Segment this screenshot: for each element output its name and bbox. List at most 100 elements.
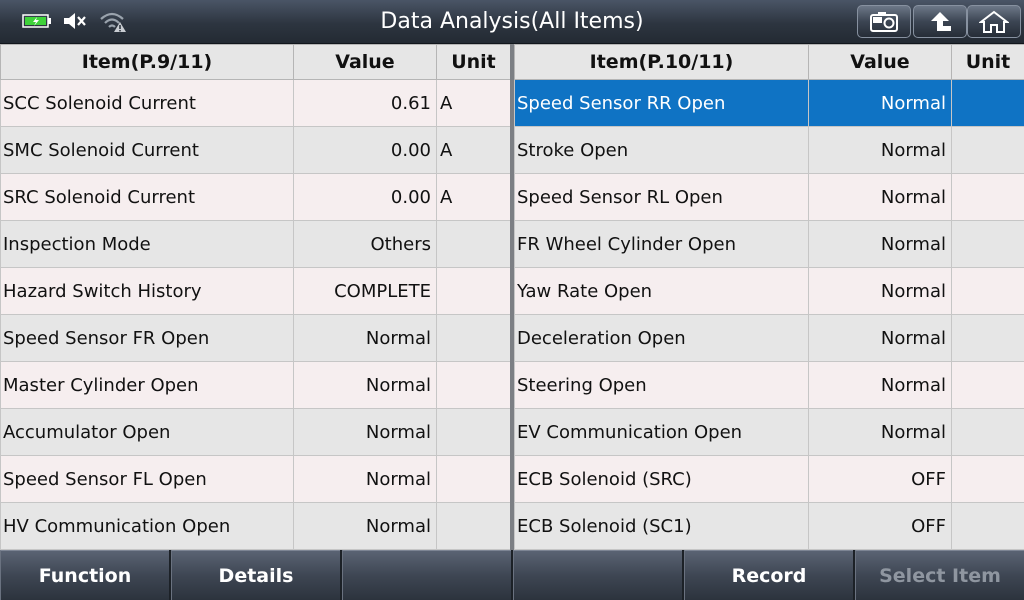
unit-cell: [436, 455, 511, 503]
unit-cell: [951, 126, 1024, 174]
value-cell: Normal: [808, 79, 952, 127]
unit-cell: [951, 173, 1024, 221]
item-cell: SRC Solenoid Current: [0, 173, 294, 221]
unit-cell: [951, 79, 1024, 127]
value-column-header: Value: [808, 44, 952, 80]
item-cell: FR Wheel Cylinder Open: [514, 220, 809, 268]
table-header: Item(P.9/11) Value Unit: [0, 44, 511, 80]
value-cell: Normal: [808, 314, 952, 362]
table-row[interactable]: Deceleration Open Normal: [514, 314, 1024, 362]
unit-column-header: Unit: [436, 44, 511, 80]
table-row[interactable]: Hazard Switch History COMPLETE: [0, 267, 511, 315]
select-item-button[interactable]: Select Item: [855, 550, 1024, 600]
right-data-table: Item(P.10/11) Value Unit Speed Sensor RR…: [514, 44, 1024, 550]
table-row[interactable]: Speed Sensor RL Open Normal: [514, 173, 1024, 221]
unit-cell: A: [436, 79, 511, 127]
unit-column-header: Unit: [951, 44, 1024, 80]
table-row[interactable]: HV Communication Open Normal: [0, 502, 511, 550]
value-cell: Normal: [293, 314, 437, 362]
table-row[interactable]: Master Cylinder Open Normal: [0, 361, 511, 409]
unit-cell: [951, 314, 1024, 362]
table-row-selected[interactable]: Speed Sensor RR Open Normal: [514, 79, 1024, 127]
unit-cell: [436, 408, 511, 456]
record-button[interactable]: Record: [684, 550, 853, 600]
item-column-header: Item(P.10/11): [514, 44, 809, 80]
item-cell: Steering Open: [514, 361, 809, 409]
value-cell: Normal: [808, 408, 952, 456]
item-cell: Speed Sensor FR Open: [0, 314, 294, 362]
unit-cell: [436, 220, 511, 268]
empty-button-4[interactable]: [513, 550, 682, 600]
bottom-toolbar: Function Details Record Select Item: [0, 550, 1024, 600]
unit-cell: A: [436, 173, 511, 221]
function-button[interactable]: Function: [0, 550, 169, 600]
home-button[interactable]: [967, 5, 1021, 38]
unit-cell: [951, 267, 1024, 315]
table-row[interactable]: SRC Solenoid Current 0.00 A: [0, 173, 511, 221]
title-bar: Data Analysis(All Items): [0, 0, 1024, 44]
unit-cell: [436, 502, 511, 550]
item-cell: Speed Sensor RL Open: [514, 173, 809, 221]
table-row[interactable]: EV Communication Open Normal: [514, 408, 1024, 456]
item-cell: EV Communication Open: [514, 408, 809, 456]
arrow-up-icon: [931, 11, 951, 31]
table-row[interactable]: SCC Solenoid Current 0.61 A: [0, 79, 511, 127]
item-cell: SCC Solenoid Current: [0, 79, 294, 127]
table-row[interactable]: Yaw Rate Open Normal: [514, 267, 1024, 315]
table-row[interactable]: Stroke Open Normal: [514, 126, 1024, 174]
value-cell: Others: [293, 220, 437, 268]
item-cell: Yaw Rate Open: [514, 267, 809, 315]
item-cell: Stroke Open: [514, 126, 809, 174]
value-cell: 0.00: [293, 126, 437, 174]
unit-cell: [951, 502, 1024, 550]
value-cell: Normal: [808, 220, 952, 268]
table-row[interactable]: Steering Open Normal: [514, 361, 1024, 409]
table-row[interactable]: ECB Solenoid (SC1) OFF: [514, 502, 1024, 550]
item-cell: ECB Solenoid (SRC): [514, 455, 809, 503]
item-cell: Speed Sensor RR Open: [514, 79, 809, 127]
details-button[interactable]: Details: [171, 550, 340, 600]
back-button[interactable]: [913, 5, 967, 38]
table-row[interactable]: Speed Sensor FR Open Normal: [0, 314, 511, 362]
left-data-table: Item(P.9/11) Value Unit SCC Solenoid Cur…: [0, 44, 511, 550]
unit-cell: A: [436, 126, 511, 174]
value-cell: OFF: [808, 455, 952, 503]
item-cell: Accumulator Open: [0, 408, 294, 456]
value-column-header: Value: [293, 44, 437, 80]
item-cell: Inspection Mode: [0, 220, 294, 268]
value-cell: Normal: [293, 502, 437, 550]
value-cell: Normal: [808, 361, 952, 409]
screenshot-button[interactable]: [857, 5, 911, 38]
unit-cell: [951, 408, 1024, 456]
value-cell: 0.00: [293, 173, 437, 221]
table-row[interactable]: ECB Solenoid (SRC) OFF: [514, 455, 1024, 503]
item-cell: Speed Sensor FL Open: [0, 455, 294, 503]
empty-button-3[interactable]: [342, 550, 511, 600]
item-cell: SMC Solenoid Current: [0, 126, 294, 174]
value-cell: OFF: [808, 502, 952, 550]
table-row[interactable]: Inspection Mode Others: [0, 220, 511, 268]
value-cell: Normal: [293, 408, 437, 456]
value-cell: COMPLETE: [293, 267, 437, 315]
item-cell: HV Communication Open: [0, 502, 294, 550]
value-cell: Normal: [808, 173, 952, 221]
value-cell: 0.61: [293, 79, 437, 127]
item-cell: ECB Solenoid (SC1): [514, 502, 809, 550]
camera-icon: [870, 11, 898, 32]
unit-cell: [436, 314, 511, 362]
value-cell: Normal: [293, 361, 437, 409]
home-icon: [979, 10, 1009, 33]
value-cell: Normal: [293, 455, 437, 503]
item-cell: Master Cylinder Open: [0, 361, 294, 409]
value-cell: Normal: [808, 267, 952, 315]
table-row[interactable]: FR Wheel Cylinder Open Normal: [514, 220, 1024, 268]
table-header: Item(P.10/11) Value Unit: [514, 44, 1024, 80]
table-row[interactable]: Speed Sensor FL Open Normal: [0, 455, 511, 503]
item-cell: Hazard Switch History: [0, 267, 294, 315]
value-cell: Normal: [808, 126, 952, 174]
table-row[interactable]: Accumulator Open Normal: [0, 408, 511, 456]
unit-cell: [436, 361, 511, 409]
item-column-header: Item(P.9/11): [0, 44, 294, 80]
table-row[interactable]: SMC Solenoid Current 0.00 A: [0, 126, 511, 174]
unit-cell: [951, 455, 1024, 503]
